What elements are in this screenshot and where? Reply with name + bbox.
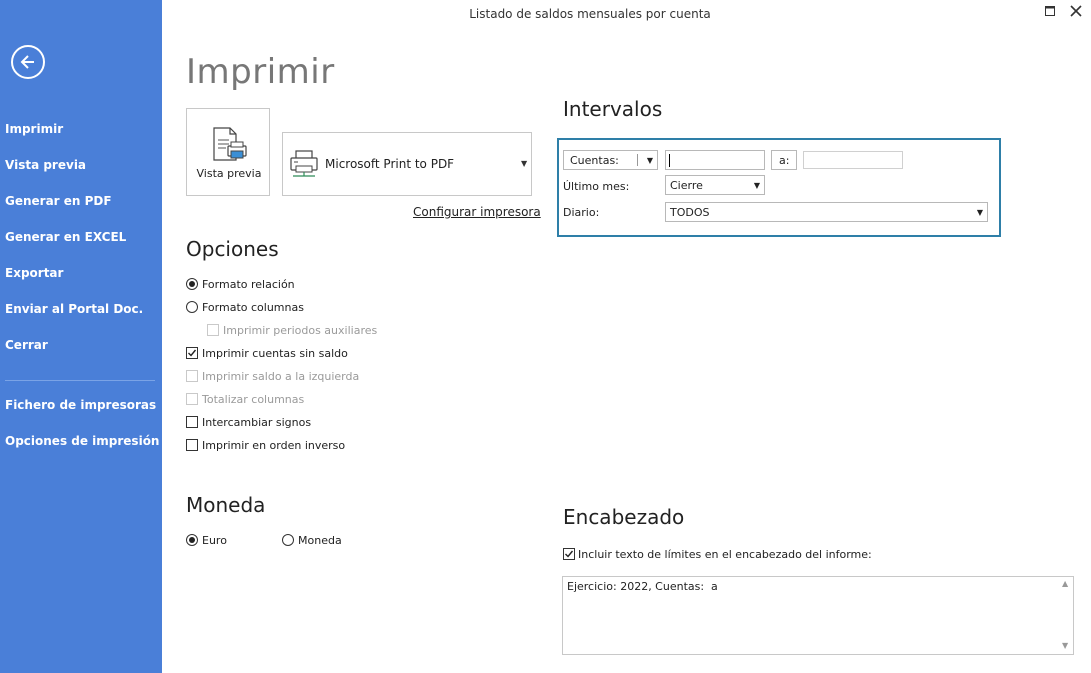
chevron-down-icon: ▼ <box>976 208 983 217</box>
ultimo-mes-label: Último mes: <box>563 180 630 193</box>
sidebar: Imprimir Vista previa Generar en PDF Gen… <box>0 0 162 673</box>
back-button[interactable] <box>11 45 45 79</box>
dropdown-divider <box>637 154 638 166</box>
saldo-izquierda-checkbox[interactable] <box>186 370 198 382</box>
totalizar-columnas-checkbox[interactable] <box>186 393 198 405</box>
back-arrow-icon <box>20 55 34 69</box>
moneda-title: Moneda <box>186 493 266 517</box>
diario-value: TODOS <box>670 206 710 219</box>
diario-label: Diario: <box>563 206 600 219</box>
chevron-down-icon: ▼ <box>646 156 653 165</box>
sidebar-item-imprimir[interactable]: Imprimir <box>5 122 63 136</box>
formato-relacion-label: Formato relación <box>202 278 295 291</box>
totalizar-columnas-label: Totalizar columnas <box>202 393 305 406</box>
sidebar-item-cerrar[interactable]: Cerrar <box>5 338 48 352</box>
ultimo-mes-value: Cierre <box>670 179 703 192</box>
scroll-up-icon[interactable]: ▲ <box>1062 579 1068 588</box>
range-type-select[interactable]: Cuentas: ▼ <box>563 150 658 170</box>
chevron-down-icon: ▼ <box>753 181 760 190</box>
close-icon[interactable] <box>1068 3 1084 19</box>
diario-select[interactable]: TODOS ▼ <box>665 202 988 222</box>
page-title: Imprimir <box>186 52 335 92</box>
from-account-input[interactable] <box>665 150 765 170</box>
orden-inverso-checkbox[interactable] <box>186 439 198 451</box>
header-text-area[interactable]: Ejercicio: 2022, Cuentas: a <box>562 576 1074 655</box>
text-cursor <box>669 154 670 167</box>
sidebar-item-opciones-impresion[interactable]: Opciones de impresión <box>5 434 159 448</box>
to-account-input[interactable] <box>803 151 903 169</box>
moneda-radio[interactable] <box>282 534 294 546</box>
to-label-box: a: <box>771 150 797 170</box>
preview-button[interactable]: Vista previa <box>186 108 270 196</box>
sidebar-divider <box>5 380 155 381</box>
checkmark-icon <box>565 550 574 558</box>
formato-columnas-label: Formato columnas <box>202 301 304 314</box>
print-preview-icon <box>213 127 247 161</box>
sidebar-item-enviar-portal[interactable]: Enviar al Portal Doc. <box>5 302 143 316</box>
range-type-value: Cuentas: <box>570 154 619 167</box>
orden-inverso-label: Imprimir en orden inverso <box>202 439 346 452</box>
ultimo-mes-select[interactable]: Cierre ▼ <box>665 175 765 195</box>
printer-select[interactable]: Microsoft Print to PDF ▼ <box>282 132 532 196</box>
preview-button-label: Vista previa <box>196 167 262 180</box>
encabezado-title: Encabezado <box>563 505 685 529</box>
scroll-down-icon[interactable]: ▼ <box>1062 641 1068 650</box>
maximize-icon[interactable] <box>1045 6 1055 16</box>
printer-icon <box>290 150 318 177</box>
imprimir-sin-saldo-label: Imprimir cuentas sin saldo <box>202 347 348 360</box>
imprimir-periodos-label: Imprimir periodos auxiliares <box>223 324 378 337</box>
to-label: a: <box>779 154 790 167</box>
euro-label: Euro <box>202 534 227 547</box>
sidebar-item-fichero-impresoras[interactable]: Fichero de impresoras <box>5 398 156 412</box>
sidebar-item-generar-pdf[interactable]: Generar en PDF <box>5 194 112 208</box>
options-title: Opciones <box>186 237 279 261</box>
formato-columnas-radio[interactable] <box>186 301 198 313</box>
imprimir-sin-saldo-checkbox[interactable] <box>186 347 198 359</box>
window-title: Listado de saldos mensuales por cuenta <box>469 7 711 21</box>
header-text: Ejercicio: 2022, Cuentas: a <box>567 580 718 593</box>
imprimir-periodos-checkbox[interactable] <box>207 324 219 336</box>
printer-name: Microsoft Print to PDF <box>325 157 455 171</box>
moneda-label: Moneda <box>298 534 342 547</box>
sidebar-item-vista-previa[interactable]: Vista previa <box>5 158 86 172</box>
sidebar-item-generar-excel[interactable]: Generar en EXCEL <box>5 230 126 244</box>
formato-relacion-radio[interactable] <box>186 278 198 290</box>
saldo-izquierda-label: Imprimir saldo a la izquierda <box>202 370 360 383</box>
chevron-down-icon: ▼ <box>521 159 528 168</box>
sidebar-item-exportar[interactable]: Exportar <box>5 266 63 280</box>
intervalos-title: Intervalos <box>563 97 663 121</box>
euro-radio[interactable] <box>186 534 198 546</box>
include-limits-checkbox[interactable] <box>563 548 575 560</box>
intercambiar-signos-label: Intercambiar signos <box>202 416 312 429</box>
include-limits-label: Incluir texto de límites en el encabezad… <box>578 548 872 561</box>
intercambiar-signos-checkbox[interactable] <box>186 416 198 428</box>
configure-printer-link[interactable]: Configurar impresora <box>413 205 541 219</box>
checkmark-icon <box>188 349 197 357</box>
